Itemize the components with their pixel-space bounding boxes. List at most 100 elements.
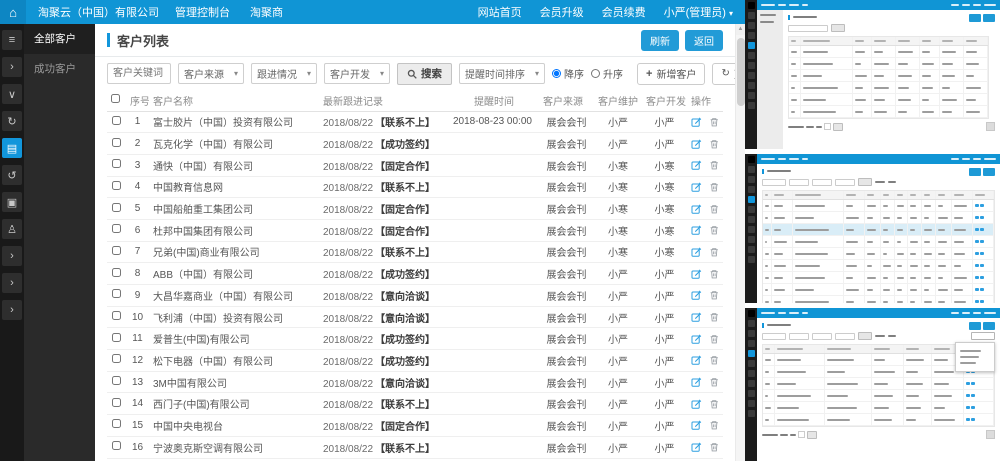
chevron-down-icon[interactable]: ∨ [2,84,22,104]
row-checkbox[interactable] [112,246,121,255]
chevron-right-icon[interactable]: › [2,300,22,320]
customer-name[interactable]: 通快（中国）有限公司 [149,154,319,176]
delete-icon[interactable] [709,268,720,280]
edit-icon[interactable] [691,268,702,280]
back-button[interactable]: 返回 [685,30,723,51]
thumbs-up-icon[interactable]: ♙ [2,219,22,239]
preview-thumbnail-1[interactable] [745,0,1000,149]
row-checkbox[interactable] [112,181,121,190]
customer-name[interactable]: 爱普生(中国)有限公司 [149,328,319,350]
navbar-link[interactable]: 会员续费 [602,4,646,20]
customer-name[interactable]: 杜邦中国集团有限公司 [149,219,319,241]
edit-icon[interactable] [691,246,702,258]
row-checkbox[interactable] [112,311,121,320]
vertical-scrollbar[interactable]: ▲ [735,24,745,461]
refresh-circle-icon[interactable]: ↻ [2,111,22,131]
edit-icon[interactable] [691,224,702,236]
edit-icon[interactable] [691,354,702,366]
sort-select[interactable]: 提醒时间排序▾ [459,63,545,84]
navbar-link[interactable]: 管理控制台 [175,4,230,20]
keyword-input[interactable] [107,63,171,84]
navbar-link[interactable]: 网站首页 [478,4,522,20]
edit-icon[interactable] [691,116,702,128]
customer-name[interactable]: 大昌华嘉商业（中国）有限公司 [149,285,319,307]
edit-icon[interactable] [691,398,702,410]
row-checkbox[interactable] [112,333,121,342]
scroll-up-icon[interactable]: ▲ [736,24,745,35]
customer-name[interactable]: 飞利浦（中国）投资有限公司 [149,306,319,328]
delete-icon[interactable] [709,138,720,150]
edit-icon[interactable] [691,441,702,453]
row-checkbox[interactable] [112,354,121,363]
more-actions-button[interactable]: ↻ 更多操作 ▾ [712,63,735,85]
sidebar-item-all-customers[interactable]: 全部客户 [24,24,95,54]
row-checkbox[interactable] [112,419,121,428]
edit-icon[interactable] [691,419,702,431]
customer-name[interactable]: 3M中国有限公司 [149,371,319,393]
developer-select[interactable]: 客户开发▾ [324,63,390,84]
delete-icon[interactable] [709,354,720,366]
delete-icon[interactable] [709,398,720,410]
sort-desc-radio[interactable]: 降序 [552,66,584,81]
customer-name[interactable]: 西门子(中国)有限公司 [149,393,319,415]
chevron-right-icon[interactable]: › [2,57,22,77]
chevron-right-icon[interactable]: › [2,246,22,266]
delete-icon[interactable] [709,333,720,345]
edit-icon[interactable] [691,289,702,301]
delete-icon[interactable] [709,116,720,128]
user-menu[interactable]: 小严(管理员) ▾ [664,4,733,20]
delete-icon[interactable] [709,159,720,171]
add-customer-button[interactable]: + 新增客户 [637,63,705,85]
edit-icon[interactable] [691,333,702,345]
row-checkbox[interactable] [112,268,121,277]
navbar-link[interactable]: 会员升级 [540,4,584,20]
delete-icon[interactable] [709,203,720,215]
delete-icon[interactable] [709,441,720,453]
edit-icon[interactable] [691,376,702,388]
row-checkbox[interactable] [112,398,121,407]
customer-name[interactable]: 富士胶片（中国）投资有限公司 [149,111,319,133]
row-checkbox[interactable] [112,116,121,125]
delete-icon[interactable] [709,311,720,323]
edit-icon[interactable] [691,203,702,215]
edit-icon[interactable] [691,159,702,171]
customer-name[interactable]: 中国船舶重工集团公司 [149,198,319,220]
row-checkbox[interactable] [112,203,121,212]
scrollbar-thumb[interactable] [737,38,745,106]
progress-select[interactable]: 跟进情况▾ [251,63,317,84]
customer-name[interactable]: 宁波奥克斯空调有限公司 [149,436,319,458]
customer-name[interactable]: 兄弟(中国)商业有限公司 [149,241,319,263]
preview-thumbnail-2[interactable] [745,154,1000,303]
navbar-link[interactable]: 淘聚商 [250,4,283,20]
delete-icon[interactable] [709,181,720,193]
row-checkbox[interactable] [112,441,121,450]
customer-list-icon[interactable]: ▤ [2,138,22,158]
customer-name[interactable]: 松下电器（中国）有限公司 [149,350,319,372]
customer-name[interactable]: 瓦克化学（中国）有限公司 [149,133,319,155]
edit-icon[interactable] [691,311,702,323]
delete-icon[interactable] [709,376,720,388]
delete-icon[interactable] [709,289,720,301]
sidebar-item-success-customers[interactable]: 成功客户 [24,54,95,84]
sort-asc-radio[interactable]: 升序 [591,66,623,81]
edit-icon[interactable] [691,181,702,193]
customer-name[interactable]: ABB（中国）有限公司 [149,263,319,285]
chevron-right-icon[interactable]: › [2,273,22,293]
trash-icon[interactable]: ▣ [2,192,22,212]
select-all-checkbox[interactable] [111,94,120,103]
delete-icon[interactable] [709,419,720,431]
preview-thumbnail-3[interactable] [745,308,1000,461]
search-button[interactable]: 搜索 [397,63,452,85]
customer-name[interactable]: 中国教育信息网 [149,176,319,198]
customer-name[interactable]: 中国中央电视台 [149,415,319,437]
logout-icon[interactable]: ↺ [2,165,22,185]
menu-icon[interactable]: ≡ [2,30,22,50]
edit-icon[interactable] [691,138,702,150]
row-checkbox[interactable] [112,159,121,168]
row-checkbox[interactable] [112,224,121,233]
source-select[interactable]: 客户来源▾ [178,63,244,84]
home-icon[interactable]: ⌂ [0,0,26,24]
delete-icon[interactable] [709,246,720,258]
delete-icon[interactable] [709,224,720,236]
row-checkbox[interactable] [112,376,121,385]
